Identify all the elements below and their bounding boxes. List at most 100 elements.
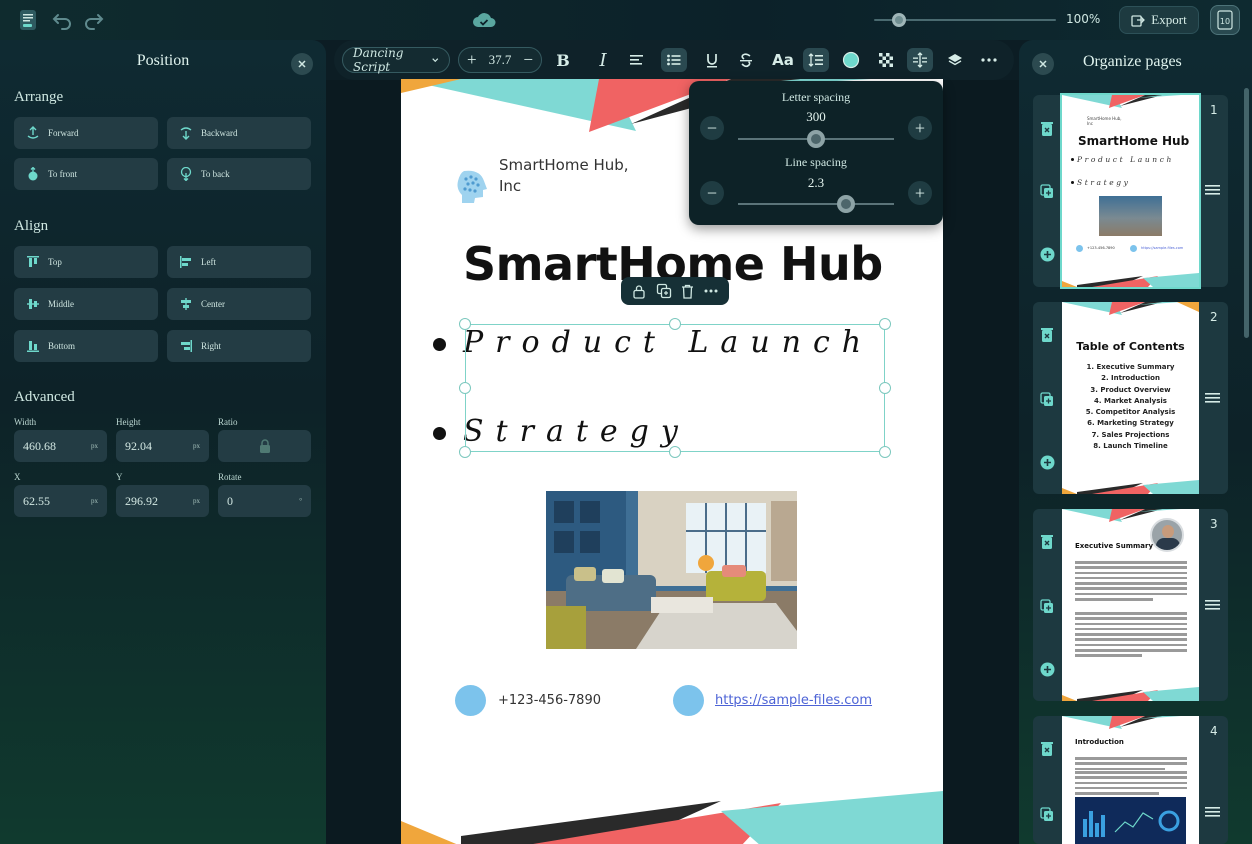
- align-middle-button[interactable]: Middle: [14, 288, 158, 320]
- app-logo-icon[interactable]: [16, 8, 40, 32]
- resize-handle-bottom-left[interactable]: [459, 446, 471, 458]
- resize-handle-right[interactable]: [879, 382, 891, 394]
- backward-button[interactable]: Backward: [167, 117, 311, 149]
- italic-button[interactable]: I: [590, 48, 616, 72]
- align-top-icon: [27, 256, 39, 267]
- line-spacing-slider-knob[interactable]: [837, 195, 855, 213]
- line-spacing-increase-button[interactable]: +: [908, 181, 932, 205]
- align-right-icon: [181, 340, 192, 352]
- resize-handle-bottom-right[interactable]: [879, 446, 891, 458]
- redo-icon[interactable]: [82, 8, 106, 32]
- page-thumbnail-1[interactable]: SmartHome Hub, Inc SmartHome Hub Product…: [1060, 93, 1201, 289]
- more-options-button[interactable]: [976, 48, 1002, 72]
- align-bottom-button[interactable]: Bottom: [14, 330, 158, 362]
- lock-icon[interactable]: [632, 284, 646, 299]
- line-spacing-slider-track[interactable]: [738, 203, 894, 205]
- delete-page-icon[interactable]: [1040, 741, 1054, 757]
- undo-icon[interactable]: [50, 8, 74, 32]
- forward-label: Forward: [48, 128, 79, 138]
- resize-handle-top-left[interactable]: [459, 318, 471, 330]
- delete-page-icon[interactable]: [1040, 121, 1054, 137]
- lock-icon: [259, 439, 270, 453]
- resize-handle-top-right[interactable]: [879, 318, 891, 330]
- height-unit: px: [193, 442, 200, 450]
- close-position-panel-button[interactable]: [291, 53, 313, 75]
- font-size-stepper[interactable]: + 37.7 −: [458, 47, 542, 73]
- pages-scrollbar[interactable]: [1244, 88, 1249, 338]
- export-button[interactable]: Export: [1119, 6, 1199, 34]
- duplicate-page-icon[interactable]: [1040, 392, 1054, 407]
- selection-box[interactable]: [465, 324, 885, 452]
- add-page-icon[interactable]: [1040, 247, 1055, 262]
- font-family-select[interactable]: Dancing Script: [342, 46, 450, 74]
- drag-handle-icon[interactable]: [1205, 600, 1220, 610]
- page-card-2[interactable]: 2 Table of Contents 1. Executive Summary…: [1033, 302, 1228, 494]
- line-spacing-button[interactable]: [803, 48, 829, 72]
- close-organize-panel-button[interactable]: [1032, 53, 1054, 75]
- drag-handle-icon[interactable]: [1205, 393, 1220, 403]
- align-center-button[interactable]: Center: [167, 288, 311, 320]
- page-card-1[interactable]: 1 SmartHome Hub, Inc SmartHome Hub Produ…: [1033, 93, 1228, 289]
- forward-button[interactable]: Forward: [14, 117, 158, 149]
- bring-to-front-icon: [28, 167, 38, 181]
- align-middle-label: Middle: [48, 299, 74, 309]
- x-field[interactable]: 62.55 px: [14, 485, 107, 517]
- delete-icon[interactable]: [681, 284, 694, 299]
- text-case-button[interactable]: Aa: [768, 48, 798, 72]
- align-bottom-label: Bottom: [48, 341, 76, 351]
- delete-page-icon[interactable]: [1040, 327, 1054, 343]
- line-spacing-value: 2.3: [807, 175, 825, 190]
- text-color-button[interactable]: [838, 48, 864, 72]
- rotate-field[interactable]: 0 °: [218, 485, 311, 517]
- height-field[interactable]: 92.04 px: [116, 430, 209, 462]
- resize-handle-bottom[interactable]: [669, 446, 681, 458]
- ratio-lock-button[interactable]: [218, 430, 311, 462]
- more-horizontal-icon[interactable]: [704, 289, 718, 293]
- to-back-button[interactable]: To back: [167, 158, 311, 190]
- position-panel-title: Position: [136, 52, 190, 69]
- text-align-button[interactable]: [624, 48, 650, 72]
- zoom-slider-knob[interactable]: [892, 13, 907, 27]
- duplicate-page-icon[interactable]: [1040, 599, 1054, 614]
- drag-handle-icon[interactable]: [1205, 807, 1220, 817]
- underline-button[interactable]: [699, 48, 725, 72]
- letter-spacing-increase-button[interactable]: +: [908, 116, 932, 140]
- to-front-button[interactable]: To front: [14, 158, 158, 190]
- strikethrough-button[interactable]: [733, 48, 759, 72]
- page-thumbnail-2[interactable]: Table of Contents 1. Executive Summary 2…: [1062, 302, 1199, 494]
- page-thumbnail-4[interactable]: Introduction: [1062, 716, 1199, 844]
- pages-count-button[interactable]: 10: [1210, 5, 1240, 35]
- website-link[interactable]: https://sample-files.com: [715, 693, 872, 708]
- align-left-button[interactable]: Left: [167, 246, 311, 278]
- living-room-photo[interactable]: [546, 491, 797, 649]
- thumb-website: https://sample-files.com: [1141, 246, 1184, 250]
- text-case-label: Aa: [772, 51, 794, 69]
- transparency-button[interactable]: [873, 48, 899, 72]
- width-field[interactable]: 460.68 px: [14, 430, 107, 462]
- delete-page-icon[interactable]: [1040, 534, 1054, 550]
- align-top-button[interactable]: Top: [14, 246, 158, 278]
- font-size-decrease-icon[interactable]: −: [523, 50, 533, 70]
- duplicate-page-icon[interactable]: [1040, 184, 1054, 199]
- font-size-increase-icon[interactable]: +: [467, 50, 477, 70]
- spacing-adjust-button[interactable]: [907, 48, 933, 72]
- bullet-list-button[interactable]: [661, 48, 687, 72]
- align-center-icon: [181, 298, 191, 310]
- letter-spacing-decrease-button[interactable]: −: [700, 116, 724, 140]
- resize-handle-top[interactable]: [669, 318, 681, 330]
- bold-button[interactable]: B: [550, 48, 576, 72]
- duplicate-icon[interactable]: [656, 283, 672, 299]
- add-page-icon[interactable]: [1040, 662, 1055, 677]
- add-page-icon[interactable]: [1040, 455, 1055, 470]
- y-field[interactable]: 296.92 px: [116, 485, 209, 517]
- layers-button[interactable]: [942, 48, 968, 72]
- page-thumbnail-3[interactable]: Executive Summary: [1062, 509, 1199, 701]
- resize-handle-left[interactable]: [459, 382, 471, 394]
- duplicate-page-icon[interactable]: [1040, 807, 1054, 822]
- page-card-4[interactable]: 4 Introduction: [1033, 716, 1228, 844]
- letter-spacing-slider-knob[interactable]: [807, 130, 825, 148]
- page-card-3[interactable]: 3 Executive Summary: [1033, 509, 1228, 701]
- align-right-button[interactable]: Right: [167, 330, 311, 362]
- drag-handle-icon[interactable]: [1205, 185, 1220, 195]
- line-spacing-decrease-button[interactable]: −: [700, 181, 724, 205]
